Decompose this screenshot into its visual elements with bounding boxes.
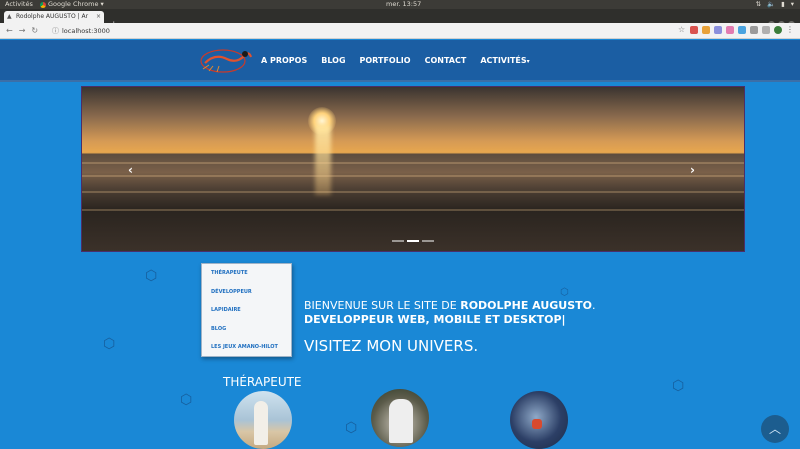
chevron-down-icon: ▾ bbox=[100, 0, 104, 8]
tab-title: Rodolphe AUGUSTO | Ar bbox=[16, 13, 89, 20]
hexagon-decoration: ⬡ bbox=[345, 420, 358, 436]
profile-avatar[interactable] bbox=[774, 26, 782, 34]
main-nav: A PROPOS BLOG PORTFOLIO CONTACT ACTIVITÉ… bbox=[261, 56, 530, 65]
caret-down-icon: ▾ bbox=[526, 58, 530, 65]
hexagon-decoration: ⬡ bbox=[180, 392, 193, 408]
nav-activites-label: ACTIVITÉS bbox=[480, 56, 527, 65]
dropdown-item-blog[interactable]: BLOG bbox=[211, 326, 226, 332]
dropdown-item-therapeute[interactable]: THÉRAPEUTE bbox=[211, 270, 248, 276]
carousel-next-icon[interactable]: › bbox=[690, 163, 695, 177]
hexagon-decoration: ⬡ bbox=[560, 287, 569, 298]
system-tray[interactable]: ⇅ 🔈 ▮ ▾ bbox=[756, 0, 794, 9]
activities-button[interactable]: Activités bbox=[5, 0, 33, 9]
dropdown-item-lapidaire[interactable]: LAPIDAIRE bbox=[211, 307, 241, 313]
extension-icon[interactable] bbox=[738, 26, 746, 34]
carousel-indicator[interactable] bbox=[392, 240, 404, 242]
volume-icon: 🔈 bbox=[767, 0, 776, 8]
extensions: ☆ ⋮ bbox=[678, 26, 794, 34]
lapidaire-photo[interactable] bbox=[510, 391, 568, 449]
back-icon[interactable]: ← bbox=[6, 26, 13, 36]
activites-dropdown: THÉRAPEUTE DÉVELOPPEUR LAPIDAIRE BLOG LE… bbox=[201, 263, 292, 357]
nav-portfolio[interactable]: PORTFOLIO bbox=[360, 56, 411, 65]
extension-icon[interactable] bbox=[690, 26, 698, 34]
welcome-prefix: BIENVENUE SUR LE SITE DE bbox=[304, 299, 457, 312]
clock[interactable]: mer. 13:57 bbox=[386, 0, 421, 9]
hexagon-decoration: ⬡ bbox=[103, 336, 116, 352]
reload-icon[interactable]: ↻ bbox=[31, 26, 38, 36]
app-name: Google Chrome bbox=[48, 0, 99, 8]
chrome-icon bbox=[40, 1, 46, 8]
therapeute-photo[interactable] bbox=[234, 391, 292, 449]
carousel-indicator[interactable] bbox=[407, 240, 419, 242]
hero-carousel: ‹ › bbox=[81, 86, 745, 252]
forward-icon[interactable]: → bbox=[19, 26, 26, 36]
nav-buttons: ← → ↻ bbox=[6, 26, 38, 36]
nav-activites[interactable]: ACTIVITÉS▾ bbox=[480, 56, 529, 65]
extension-icon[interactable] bbox=[714, 26, 722, 34]
bookmark-star-icon[interactable]: ☆ bbox=[678, 26, 686, 34]
dropdown-item-jeux[interactable]: LES JEUX AMANO-HILOT bbox=[211, 344, 278, 350]
wave-line bbox=[82, 175, 744, 177]
chevron-up-icon: ︿ bbox=[768, 422, 781, 436]
url-field[interactable]: localhost:3000 bbox=[62, 26, 110, 36]
close-tab-icon[interactable]: × bbox=[96, 11, 101, 23]
welcome-name: RODOLPHE AUGUSTO bbox=[460, 299, 593, 312]
sun-reflection bbox=[315, 125, 331, 195]
hexagon-decoration: ⬡ bbox=[672, 378, 685, 394]
carousel-indicator[interactable] bbox=[422, 240, 434, 242]
scorpion-logo[interactable] bbox=[195, 45, 255, 75]
browser-tab-strip: ▲ Rodolphe AUGUSTO | Ar × + bbox=[0, 9, 800, 30]
welcome-line-2: DEVELOPPEUR WEB, MOBILE ET DESKTOP| bbox=[304, 313, 566, 326]
welcome-line-1: BIENVENUE SUR LE SITE DE RODOLPHE AUGUST… bbox=[304, 299, 596, 312]
visitez-headline: VISITEZ MON UNIVERS. bbox=[304, 337, 479, 355]
therapeute-title: THÉRAPEUTE bbox=[223, 375, 302, 389]
extension-icon[interactable] bbox=[726, 26, 734, 34]
chevron-down-icon: ▾ bbox=[790, 0, 794, 8]
carousel-indicators bbox=[392, 240, 434, 242]
wave-line bbox=[82, 191, 744, 193]
extension-icon[interactable] bbox=[750, 26, 758, 34]
dropdown-item-developpeur[interactable]: DÉVELOPPEUR bbox=[211, 289, 252, 295]
wave-line bbox=[82, 209, 744, 211]
nav-contact[interactable]: CONTACT bbox=[425, 56, 467, 65]
app-menu[interactable]: Google Chrome ▾ bbox=[40, 0, 104, 9]
browser-tab[interactable]: ▲ Rodolphe AUGUSTO | Ar × bbox=[4, 11, 104, 23]
info-icon[interactable]: ⓘ bbox=[52, 26, 59, 36]
site-header: A PROPOS BLOG PORTFOLIO CONTACT ACTIVITÉ… bbox=[0, 40, 800, 82]
nav-blog[interactable]: BLOG bbox=[321, 56, 345, 65]
carousel-prev-icon[interactable]: ‹ bbox=[128, 163, 133, 177]
nav-a-propos[interactable]: A PROPOS bbox=[261, 56, 307, 65]
os-top-bar: Activités Google Chrome ▾ mer. 13:57 ⇅ 🔈… bbox=[0, 0, 800, 9]
developpeur-photo[interactable] bbox=[371, 389, 429, 447]
wave-line bbox=[82, 162, 744, 164]
network-icon: ⇅ bbox=[755, 0, 762, 8]
extension-icon[interactable] bbox=[762, 26, 770, 34]
menu-icon[interactable]: ⋮ bbox=[786, 26, 794, 34]
hexagon-decoration: ⬡ bbox=[145, 268, 158, 284]
scroll-to-top-button[interactable]: ︿ bbox=[761, 415, 789, 443]
warning-icon: ▲ bbox=[7, 13, 12, 20]
extension-icon[interactable] bbox=[702, 26, 710, 34]
battery-icon: ▮ bbox=[781, 0, 785, 8]
address-bar-row: ← → ↻ ⓘ localhost:3000 ☆ ⋮ bbox=[0, 23, 800, 39]
